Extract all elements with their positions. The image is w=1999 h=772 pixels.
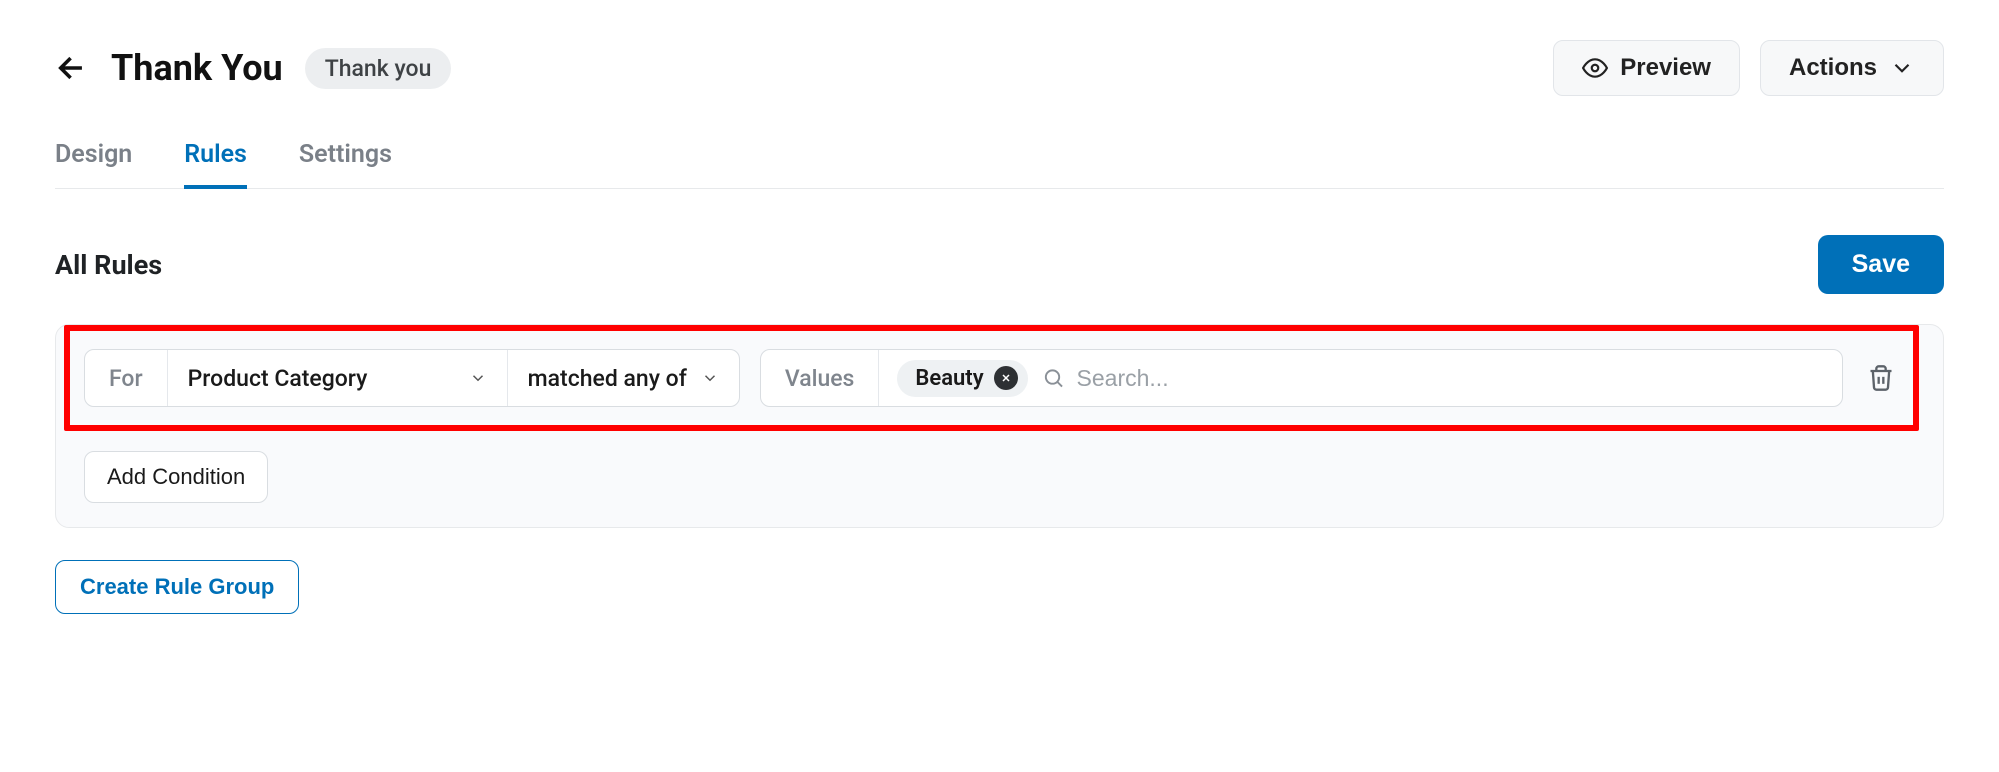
create-rule-group-button[interactable]: Create Rule Group <box>55 560 299 614</box>
chevron-down-icon <box>469 369 487 387</box>
topbar: Thank You Thank you Preview Actions <box>55 40 1944 96</box>
value-chip: Beauty <box>897 360 1027 397</box>
field-select[interactable]: Product Category <box>168 350 508 406</box>
page-title: Thank You <box>111 47 283 89</box>
chevron-down-icon <box>1889 55 1915 81</box>
delete-rule-button[interactable] <box>1863 364 1899 392</box>
tab-design[interactable]: Design <box>55 140 132 189</box>
for-label: For <box>85 350 168 406</box>
close-icon <box>1000 372 1012 384</box>
page-badge: Thank you <box>305 48 452 89</box>
values-combo: Values Beauty <box>760 349 1843 407</box>
save-button[interactable]: Save <box>1818 235 1944 294</box>
search-area <box>1042 365 1824 392</box>
eye-icon <box>1582 55 1608 81</box>
chip-area: Beauty <box>879 350 1842 406</box>
actions-label: Actions <box>1789 54 1877 82</box>
section-title: All Rules <box>55 249 162 281</box>
search-icon <box>1042 366 1065 390</box>
search-input[interactable] <box>1077 365 1824 392</box>
field-select-value: Product Category <box>188 365 368 392</box>
topbar-left: Thank You Thank you <box>55 47 451 89</box>
chevron-down-icon <box>701 369 719 387</box>
values-label: Values <box>761 350 880 406</box>
actions-button[interactable]: Actions <box>1760 40 1944 96</box>
operator-select[interactable]: matched any of <box>508 350 739 406</box>
tab-settings[interactable]: Settings <box>299 140 392 189</box>
back-button[interactable] <box>55 51 89 85</box>
rule-field-combo: For Product Category matched any of <box>84 349 740 407</box>
preview-button[interactable]: Preview <box>1553 40 1740 96</box>
trash-icon <box>1867 364 1895 392</box>
operator-select-value: matched any of <box>528 365 687 392</box>
tabs: Design Rules Settings <box>55 140 1944 189</box>
rule-group: For Product Category matched any of Valu… <box>55 324 1944 528</box>
chip-text: Beauty <box>915 366 983 391</box>
chip-remove-button[interactable] <box>994 366 1018 390</box>
tab-rules[interactable]: Rules <box>184 140 247 189</box>
rule-row-highlight: For Product Category matched any of Valu… <box>64 325 1919 431</box>
topbar-right: Preview Actions <box>1553 40 1944 96</box>
section-header: All Rules Save <box>55 235 1944 294</box>
arrow-left-icon <box>55 51 89 85</box>
add-condition-button[interactable]: Add Condition <box>84 451 268 503</box>
preview-label: Preview <box>1620 54 1711 82</box>
